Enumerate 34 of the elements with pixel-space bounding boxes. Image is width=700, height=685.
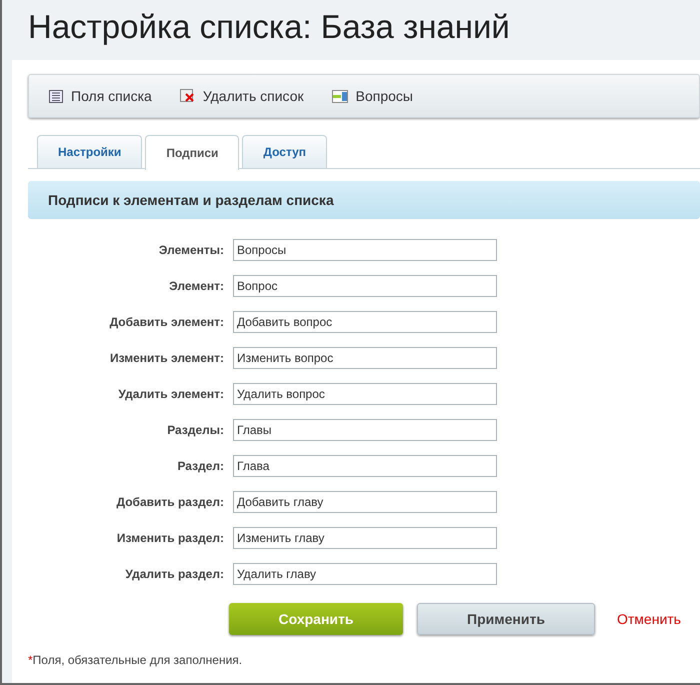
field-label: Элементы:	[158, 243, 224, 257]
field-label: Добавить элемент:	[108, 315, 224, 329]
tab[interactable]: Подписи	[145, 135, 240, 170]
field-label: Удалить элемент:	[117, 387, 224, 401]
input-field[interactable]: Добавить главу	[233, 491, 497, 513]
list-icon	[49, 90, 63, 102]
table-delete-icon	[180, 89, 195, 103]
cancel-link[interactable]: Отменить	[617, 611, 681, 627]
section-title: Подписи к элементам и разделам списка	[48, 192, 334, 208]
input-field[interactable]: Удалить вопрос	[233, 383, 497, 405]
page-title: Настройка списка: База знаний	[27, 7, 511, 47]
toolbar-link[interactable]: Удалить список	[180, 88, 304, 104]
field-label: Раздел:	[176, 459, 224, 473]
tab[interactable]: Настройки	[37, 135, 142, 168]
input-field[interactable]: Главы	[233, 419, 497, 441]
input-field[interactable]: Изменить вопрос	[233, 347, 497, 369]
input-field[interactable]: Добавить вопрос	[233, 311, 497, 333]
toolbar-link[interactable]: Поля списка	[49, 88, 152, 104]
apply-button[interactable]: Применить	[417, 603, 595, 635]
field-label: Элемент:	[168, 279, 224, 293]
input-field[interactable]: Глава	[233, 455, 497, 477]
toolbar-link[interactable]: Вопросы	[332, 88, 413, 104]
tab[interactable]: Доступ	[242, 135, 328, 168]
list-icon	[332, 90, 348, 102]
field-label: Разделы:	[166, 423, 224, 437]
input-field[interactable]: Удалить главу	[233, 563, 497, 585]
field-label: Добавить раздел:	[116, 495, 224, 509]
input-field[interactable]: Вопрос	[233, 275, 497, 297]
field-label: Удалить раздел:	[124, 567, 224, 581]
field-label: Изменить раздел:	[116, 531, 224, 545]
required-note: *Поля, обязательные для заполнения.	[28, 653, 244, 667]
field-label: Изменить элемент:	[108, 351, 224, 365]
input-field[interactable]: Вопросы	[233, 239, 497, 261]
input-field[interactable]: Изменить главу	[233, 527, 497, 549]
